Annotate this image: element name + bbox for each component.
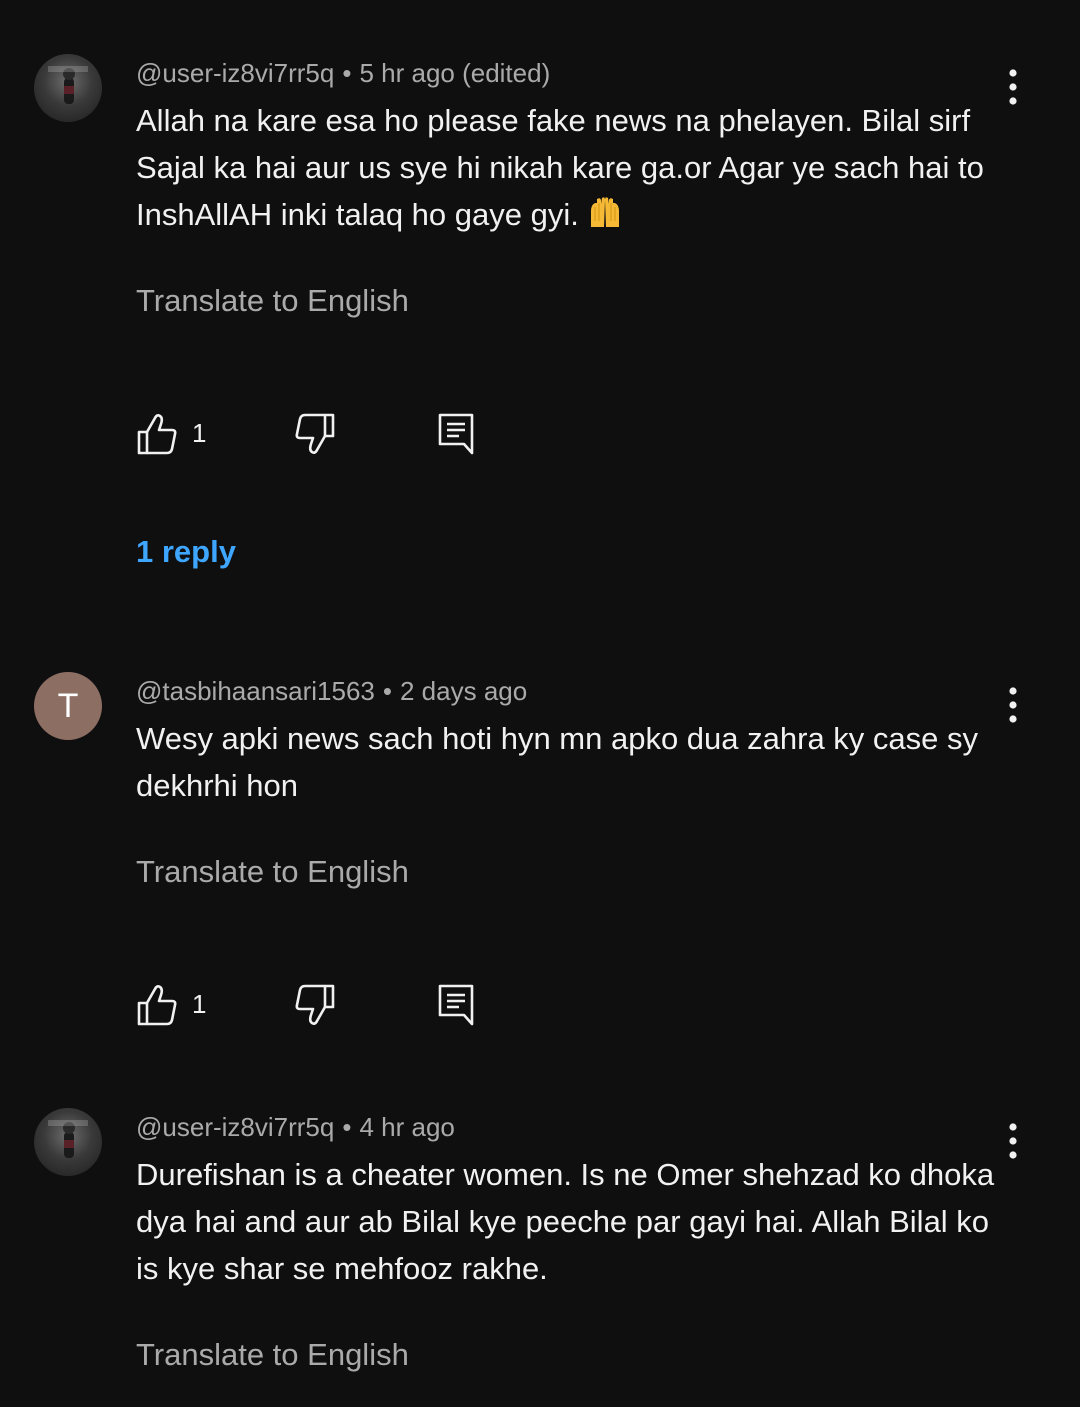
comment-text: Durefishan is a cheater women. Is ne Ome… [136, 1157, 995, 1286]
like-count: 1 [192, 418, 207, 448]
thumb-down-icon [295, 413, 335, 454]
avatar-photo-icon [48, 66, 88, 104]
reply-icon [438, 413, 474, 455]
thumb-up-icon [137, 985, 177, 1026]
user-avatar[interactable]: T [34, 672, 102, 740]
comment-author[interactable]: @tasbihaansari1563 [136, 676, 375, 706]
comment-actions: 1 [136, 412, 496, 460]
meta-separator: • [342, 1112, 352, 1142]
user-avatar[interactable] [34, 1108, 102, 1176]
comment-item: @user-iz8vi7rr5q • 5 hr ago (edited) Allah… [0, 0, 1080, 600]
dislike-button[interactable] [294, 983, 336, 1027]
comment-author[interactable]: @user-iz8vi7rr5q [136, 58, 334, 88]
comment-author[interactable]: @user-iz8vi7rr5q [136, 1112, 334, 1142]
comment-meta: @user-iz8vi7rr5q • 4 hr ago [136, 1112, 455, 1143]
like-button[interactable]: 1 [136, 412, 246, 456]
view-replies-button[interactable]: 1 reply [136, 534, 236, 570]
dislike-button[interactable] [294, 412, 336, 456]
reply-button[interactable] [436, 983, 478, 1027]
avatar-photo-icon [48, 1120, 88, 1158]
like-count: 1 [192, 989, 207, 1019]
thumb-down-icon [295, 984, 335, 1025]
raising-hands-emoji-icon [587, 195, 623, 242]
comment-meta: @user-iz8vi7rr5q • 5 hr ago (edited) [136, 58, 550, 89]
comment-item: @user-iz8vi7rr5q • 4 hr ago Durefishan is … [0, 1060, 1080, 1407]
translate-button[interactable]: Translate to English [136, 283, 409, 319]
comment-time[interactable]: 5 hr ago (edited) [359, 58, 550, 88]
comment-time[interactable]: 4 hr ago [359, 1112, 454, 1142]
translate-button[interactable]: Translate to English [136, 1337, 409, 1373]
comment-item: T @tasbihaansari1563 • 2 days ago Wesy apk… [0, 600, 1080, 1060]
comment-actions: 1 [136, 983, 496, 1031]
translate-button[interactable]: Translate to English [136, 854, 409, 890]
like-button[interactable]: 1 [136, 983, 246, 1027]
meta-separator: • [342, 58, 352, 88]
thumb-up-icon [137, 414, 177, 455]
comment-meta: @tasbihaansari1563 • 2 days ago [136, 676, 527, 707]
comment-time[interactable]: 2 days ago [400, 676, 527, 706]
meta-separator: • [382, 676, 392, 706]
comment-text: Wesy apki news sach hoti hyn mn apko dua… [136, 721, 979, 803]
user-avatar[interactable] [34, 54, 102, 122]
reply-icon [438, 984, 474, 1026]
comment-text: Allah na kare esa ho please fake news na… [136, 97, 1006, 242]
reply-button[interactable] [436, 412, 478, 456]
comment-text-content: Allah na kare esa ho please fake news na… [136, 103, 984, 232]
